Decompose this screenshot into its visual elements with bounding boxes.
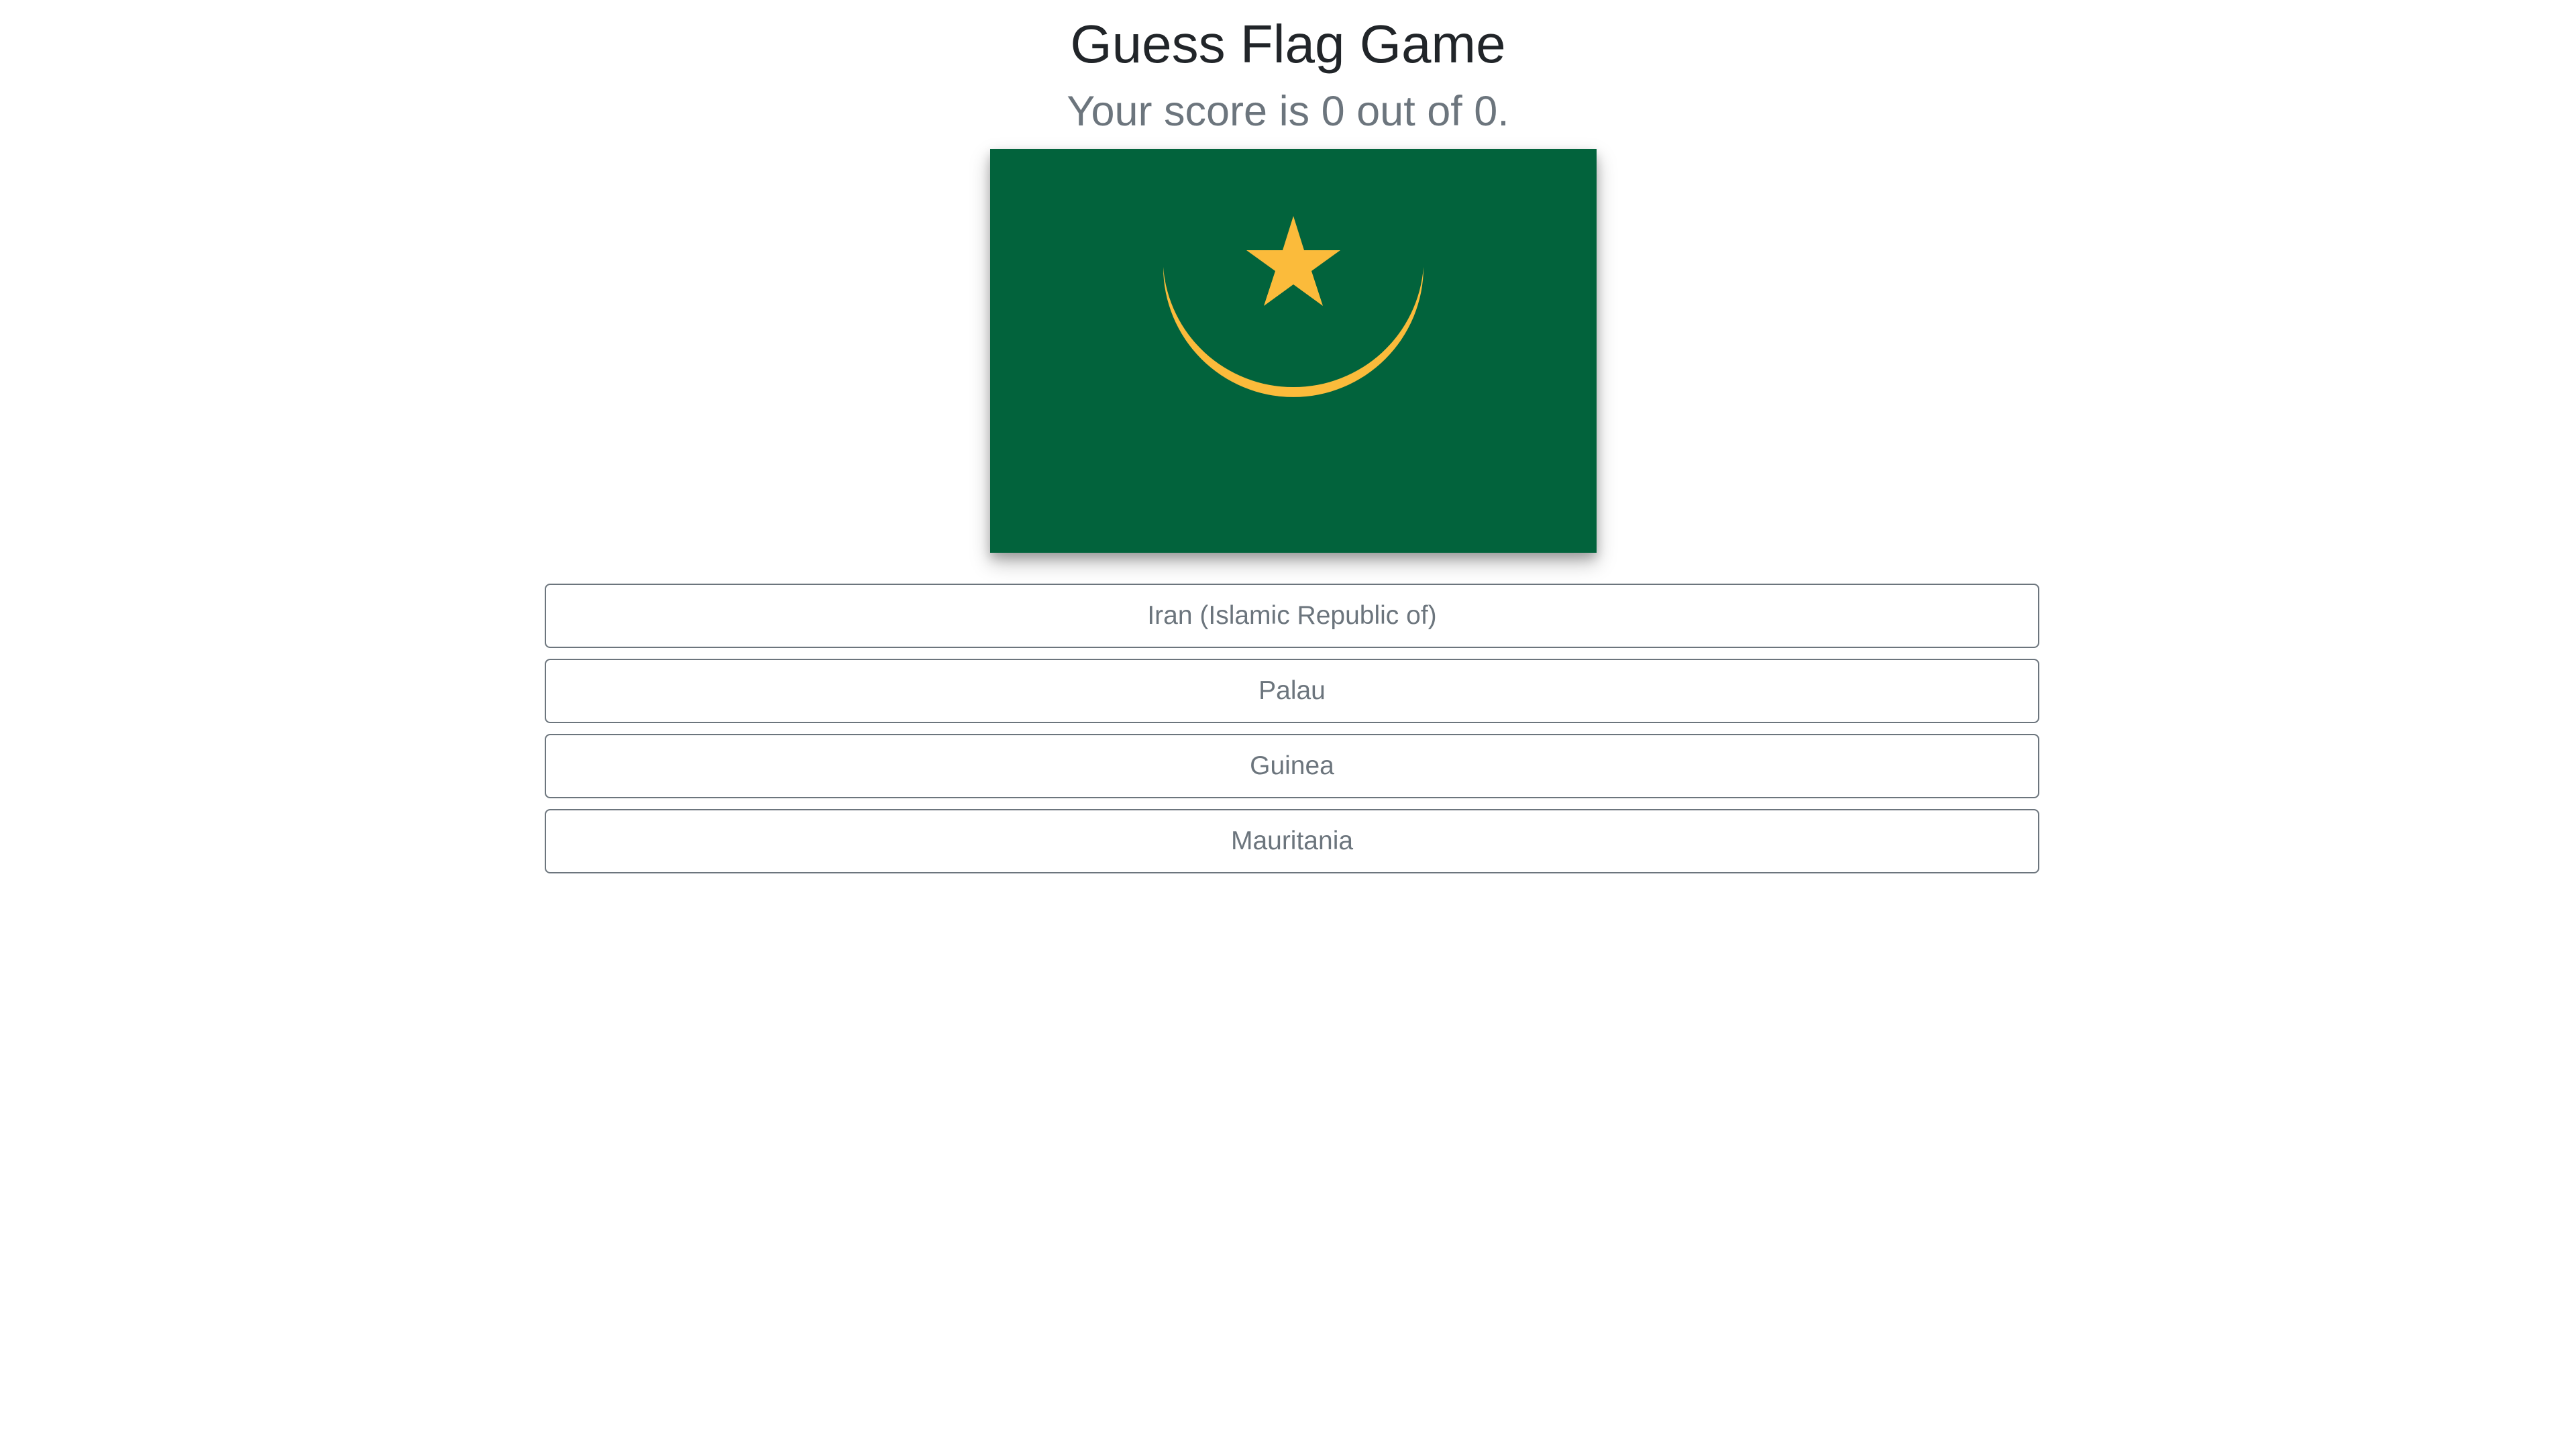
flag-field [990, 149, 1597, 553]
mauritania-flag-icon [990, 149, 1597, 553]
answer-list: Iran (Islamic Republic of) Palau Guinea … [545, 584, 2039, 884]
answer-button-4[interactable]: Mauritania [545, 809, 2039, 873]
answer-button-3[interactable]: Guinea [545, 734, 2039, 798]
app-root: Guess Flag Game Your score is 0 out of 0… [0, 0, 2576, 1449]
score-text: Your score is 0 out of 0. [1067, 88, 1509, 135]
flag-image [990, 149, 1597, 553]
answer-button-2[interactable]: Palau [545, 659, 2039, 723]
answer-button-1[interactable]: Iran (Islamic Republic of) [545, 584, 2039, 648]
page-title: Guess Flag Game [1070, 14, 1506, 74]
